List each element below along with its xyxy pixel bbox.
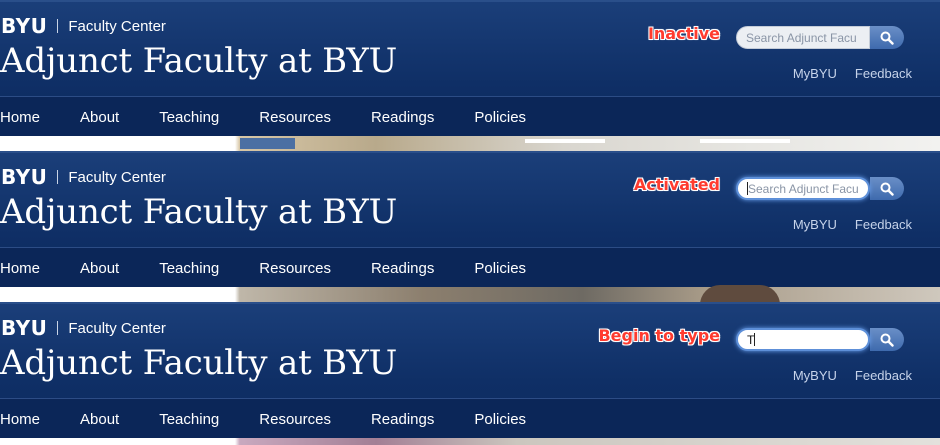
search-input[interactable]: Search Adjunct Facu [736, 26, 870, 49]
byu-logo[interactable]: BYU [1, 166, 47, 188]
nav-home[interactable]: Home [0, 109, 40, 126]
faculty-center-link[interactable]: Faculty Center [68, 18, 166, 35]
brand-divider [57, 170, 59, 184]
photo-detail [240, 138, 295, 149]
nav-teaching[interactable]: Teaching [159, 411, 219, 428]
main-nav: Home About Teaching Resources Readings P… [0, 398, 940, 439]
nav-home[interactable]: Home [0, 411, 40, 428]
search-placeholder: Search Adjunct Facu [748, 181, 859, 196]
search-input[interactable]: T [736, 328, 870, 351]
main-nav: Home About Teaching Resources Readings P… [0, 96, 940, 137]
nav-policies[interactable]: Policies [474, 260, 526, 277]
photo-detail [700, 139, 790, 143]
search-icon [880, 333, 894, 347]
nav-readings[interactable]: Readings [371, 109, 434, 126]
header-panel-activated: BYU Faculty Center Adjunct Faculty at BY… [0, 151, 940, 302]
nav-about[interactable]: About [80, 411, 119, 428]
top-border [0, 151, 940, 153]
photo-detail [525, 139, 605, 143]
nav-resources[interactable]: Resources [259, 109, 331, 126]
nav-policies[interactable]: Policies [474, 411, 526, 428]
feedback-link[interactable]: Feedback [855, 368, 912, 383]
annotation-label: Inactive [647, 24, 720, 43]
utility-links: MyBYU Feedback [793, 368, 912, 383]
faculty-center-link[interactable]: Faculty Center [68, 320, 166, 337]
brand-divider [57, 19, 59, 33]
header-panel-inactive: BYU Faculty Center Adjunct Faculty at BY… [0, 0, 940, 151]
top-border [0, 0, 940, 2]
search-button[interactable] [870, 328, 904, 351]
search-icon [880, 31, 894, 45]
mybyu-link[interactable]: MyBYU [793, 66, 837, 81]
annotation-label: Begin to type [598, 326, 720, 345]
search-bar: Search Adjunct Facu [736, 176, 906, 201]
brand-bar: BYU Faculty Center [1, 166, 166, 188]
feedback-link[interactable]: Feedback [855, 66, 912, 81]
nav-readings[interactable]: Readings [371, 411, 434, 428]
mybyu-link[interactable]: MyBYU [793, 217, 837, 232]
nav-about[interactable]: About [80, 109, 119, 126]
nav-teaching[interactable]: Teaching [159, 260, 219, 277]
byu-logo[interactable]: BYU [1, 15, 47, 37]
hero-photo-strip [0, 438, 940, 445]
search-placeholder: Search Adjunct Facu [746, 30, 857, 45]
hero-photo-strip [0, 285, 940, 302]
utility-links: MyBYU Feedback [793, 66, 912, 81]
feedback-link[interactable]: Feedback [855, 217, 912, 232]
search-bar: T [736, 327, 906, 352]
search-button[interactable] [870, 177, 904, 200]
site-title[interactable]: Adjunct Faculty at BYU [0, 342, 397, 384]
nav-about[interactable]: About [80, 260, 119, 277]
faculty-center-link[interactable]: Faculty Center [68, 169, 166, 186]
header-panel-typing: BYU Faculty Center Adjunct Faculty at BY… [0, 302, 940, 445]
nav-home[interactable]: Home [0, 260, 40, 277]
hero-photo-strip [0, 136, 940, 151]
nav-readings[interactable]: Readings [371, 260, 434, 277]
byu-logo[interactable]: BYU [1, 317, 47, 339]
site-title[interactable]: Adjunct Faculty at BYU [0, 40, 397, 82]
utility-links: MyBYU Feedback [793, 217, 912, 232]
photo-detail [700, 285, 780, 302]
site-title[interactable]: Adjunct Faculty at BYU [0, 191, 397, 233]
brand-bar: BYU Faculty Center [1, 317, 166, 339]
text-caret [754, 333, 756, 346]
search-bar: Search Adjunct Facu [736, 25, 906, 50]
nav-policies[interactable]: Policies [474, 109, 526, 126]
annotation-label: Activated [633, 175, 720, 194]
brand-divider [57, 321, 59, 335]
search-icon [880, 182, 894, 196]
brand-bar: BYU Faculty Center [1, 15, 166, 37]
search-button[interactable] [870, 26, 904, 49]
nav-teaching[interactable]: Teaching [159, 109, 219, 126]
nav-resources[interactable]: Resources [259, 260, 331, 277]
main-nav: Home About Teaching Resources Readings P… [0, 247, 940, 288]
top-border [0, 302, 940, 304]
search-typed-text: T [747, 332, 755, 347]
mybyu-link[interactable]: MyBYU [793, 368, 837, 383]
nav-resources[interactable]: Resources [259, 411, 331, 428]
search-input[interactable]: Search Adjunct Facu [736, 177, 870, 200]
